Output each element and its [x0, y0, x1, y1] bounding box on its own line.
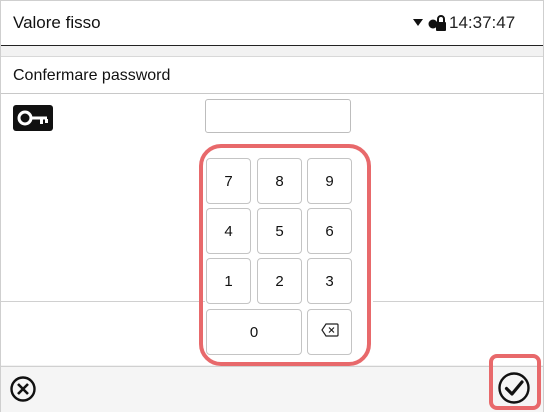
cancel-circle-x-icon[interactable] — [9, 375, 37, 408]
clock: 14:37:47 — [449, 13, 516, 32]
key-icon — [13, 105, 53, 131]
divider — [373, 301, 543, 302]
backspace-icon — [320, 323, 339, 341]
key-0[interactable]: 0 — [206, 309, 302, 355]
user-lock-icon — [427, 13, 447, 38]
key-7[interactable]: 7 — [206, 158, 251, 204]
status-bar: Valore fisso 14:37:47 — [1, 1, 543, 47]
key-4[interactable]: 4 — [206, 208, 251, 254]
divider — [1, 301, 205, 302]
dropdown-arrow-icon[interactable] — [413, 19, 423, 26]
bottom-bar — [1, 366, 543, 412]
key-1[interactable]: 1 — [206, 258, 251, 304]
panel-title: Confermare password — [13, 67, 171, 84]
confirm-circle-check-icon[interactable] — [496, 370, 532, 411]
password-input[interactable] — [205, 99, 351, 133]
key-9[interactable]: 9 — [307, 158, 352, 204]
key-3[interactable]: 3 — [307, 258, 352, 304]
key-5[interactable]: 5 — [257, 208, 302, 254]
divider — [1, 93, 543, 94]
key-6[interactable]: 6 — [307, 208, 352, 254]
backspace-key[interactable] — [307, 309, 352, 355]
screen-title: Valore fisso — [13, 13, 101, 32]
key-8[interactable]: 8 — [257, 158, 302, 204]
key-2[interactable]: 2 — [257, 258, 302, 304]
